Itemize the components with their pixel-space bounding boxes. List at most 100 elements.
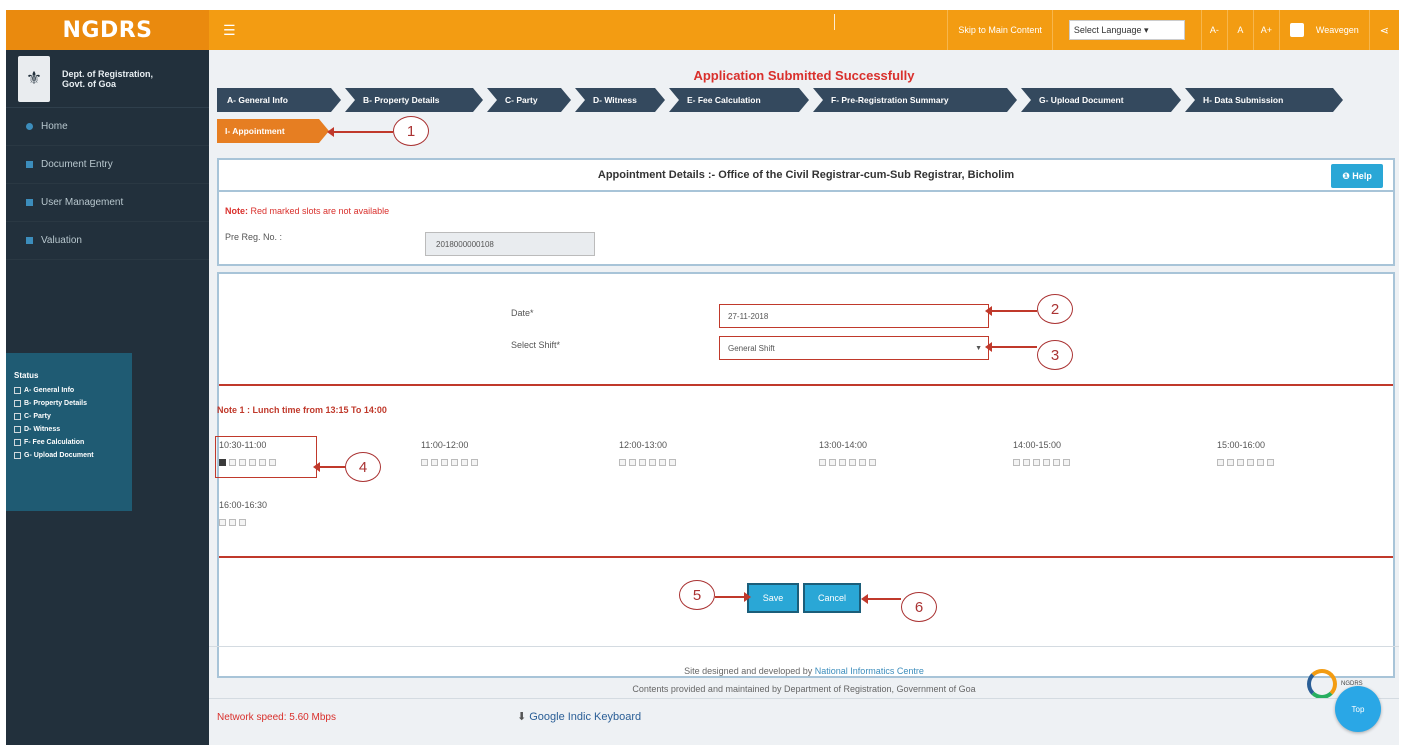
slot-checkbox[interactable] [1247,459,1254,466]
slot-checkbox[interactable] [219,519,226,526]
nic-link[interactable]: National Informatics Centre [815,666,924,676]
callout-marker: 4 [345,452,381,482]
top-navbar: NGDRS ☰ Skip to Main Content Select Lang… [6,10,1399,50]
footer-divider [209,698,1399,699]
share-icon[interactable]: ⋖ [1368,10,1399,50]
save-button[interactable]: Save [747,583,799,613]
brand-logo[interactable]: NGDRS [6,10,209,50]
slot-checkbox[interactable] [421,459,428,466]
font-normal-button[interactable]: A [1226,10,1253,50]
footer-credits: Site designed and developed by National … [209,662,1399,698]
step-fee-calculation[interactable]: E- Fee Calculation [669,88,809,112]
panel-header: Appointment Details :- Office of the Civ… [219,160,1393,192]
slot-checkbox[interactable] [829,459,836,466]
sidebar-item-home[interactable]: Home [6,108,209,146]
appointment-details-panel: Appointment Details :- Office of the Civ… [217,158,1395,266]
step-data-submission[interactable]: H- Data Submission [1185,88,1343,112]
callout-arrow [985,342,1037,352]
navbar-right: Skip to Main Content Select Language ▾ A… [947,10,1399,50]
callout-marker: 2 [1037,294,1073,324]
section-divider [219,384,1393,386]
sidebar-item-document-entry[interactable]: Document Entry [6,146,209,184]
sidebar-item-valuation[interactable]: Valuation [6,222,209,260]
step-appointment[interactable]: I- Appointment [217,119,329,143]
step-party[interactable]: C- Party [487,88,571,112]
status-title: Status [14,371,39,380]
download-icon: ⬇ [517,711,527,723]
status-item: D- Witness [14,423,132,436]
google-indic-keyboard-link[interactable]: ⬇ Google Indic Keyboard [517,710,641,723]
shift-label: Select Shift* [511,340,561,350]
slot-checkbox[interactable] [451,459,458,466]
skip-to-content-link[interactable]: Skip to Main Content [947,10,1052,50]
callout-marker: 5 [679,580,715,610]
font-decrease-button[interactable]: A- [1200,10,1227,50]
pre-reg-label: Pre Reg. No. : [225,232,283,242]
user-menu[interactable]: Weavegen [1278,10,1369,50]
date-label: Date* [511,308,534,318]
slot-checkbox[interactable] [1063,459,1070,466]
slot-checkbox[interactable] [849,459,856,466]
slot-checkbox[interactable] [639,459,646,466]
sidebar-item-user-management[interactable]: User Management [6,184,209,222]
slot-time: 12:00-13:00 [619,440,668,450]
slot-checkbox[interactable] [869,459,876,466]
slot-checkbox[interactable] [1013,459,1020,466]
slot-checkbox[interactable] [461,459,468,466]
slot-checkbox[interactable] [659,459,666,466]
checkbox-icon [14,413,21,420]
step-property-details[interactable]: B- Property Details [345,88,483,112]
slot-checkbox[interactable] [649,459,656,466]
shift-select[interactable]: General Shift ▼ [719,336,989,360]
slot-checkbox[interactable] [1227,459,1234,466]
slot-checkbox[interactable] [1217,459,1224,466]
slot-checkbox[interactable] [1267,459,1274,466]
time-slot-group: 16:00-16:30 [219,500,267,526]
checkbox-icon [14,426,21,433]
footer-designed: Site designed and developed by National … [684,666,924,676]
slot-checkbox[interactable] [471,459,478,466]
slot-time: 14:00-15:00 [1013,440,1062,450]
slot-checkbox[interactable] [1023,459,1030,466]
checkbox-icon [14,452,21,459]
step-general-info[interactable]: A- General Info [217,88,341,112]
slot-checkbox[interactable] [839,459,846,466]
schedule-panel: Date* 27-11-2018 Select Shift* General S… [217,272,1395,678]
step-pre-registration-summary[interactable]: F- Pre-Registration Summary [813,88,1017,112]
language-select[interactable]: Select Language ▾ [1068,20,1185,40]
slot-checkbox[interactable] [229,519,236,526]
checkbox-icon [14,400,21,407]
sidebar-item-label: Home [41,121,68,132]
slot-checkbox[interactable] [1053,459,1060,466]
callout-marker: 1 [393,116,429,146]
status-item: F- Fee Calculation [14,436,132,449]
slot-checkbox[interactable] [1257,459,1264,466]
slot-checkbox[interactable] [1237,459,1244,466]
slot-checkbox[interactable] [1033,459,1040,466]
cancel-button[interactable]: Cancel [803,583,861,613]
slot-checkbox[interactable] [239,519,246,526]
callout-arrow [715,592,751,602]
state-emblem-icon: ⚜ [18,55,50,102]
font-increase-button[interactable]: A+ [1252,10,1279,50]
slot-checkbox[interactable] [819,459,826,466]
slot-checkbox[interactable] [619,459,626,466]
help-button[interactable]: ❶ Help [1331,164,1383,188]
back-to-top-button[interactable]: Top [1335,686,1381,732]
slot-checkbox[interactable] [441,459,448,466]
slot-checkbox[interactable] [859,459,866,466]
document-icon [26,161,33,168]
slot-checkbox[interactable] [669,459,676,466]
slot-time: 11:00-12:00 [421,440,469,450]
slot-checkbox[interactable] [1043,459,1050,466]
slot-checkbox[interactable] [629,459,636,466]
shift-select-value: General Shift [728,343,775,353]
sidebar-item-label: Document Entry [41,159,113,170]
step-upload-document[interactable]: G- Upload Document [1021,88,1181,112]
date-input[interactable]: 27-11-2018 [719,304,989,328]
hamburger-menu-icon[interactable]: ☰ [223,22,236,39]
slot-checkbox[interactable] [431,459,438,466]
slot-checkboxes [219,519,267,526]
time-slot-group: 15:00-16:00 [1217,440,1277,466]
step-witness[interactable]: D- Witness [575,88,665,112]
